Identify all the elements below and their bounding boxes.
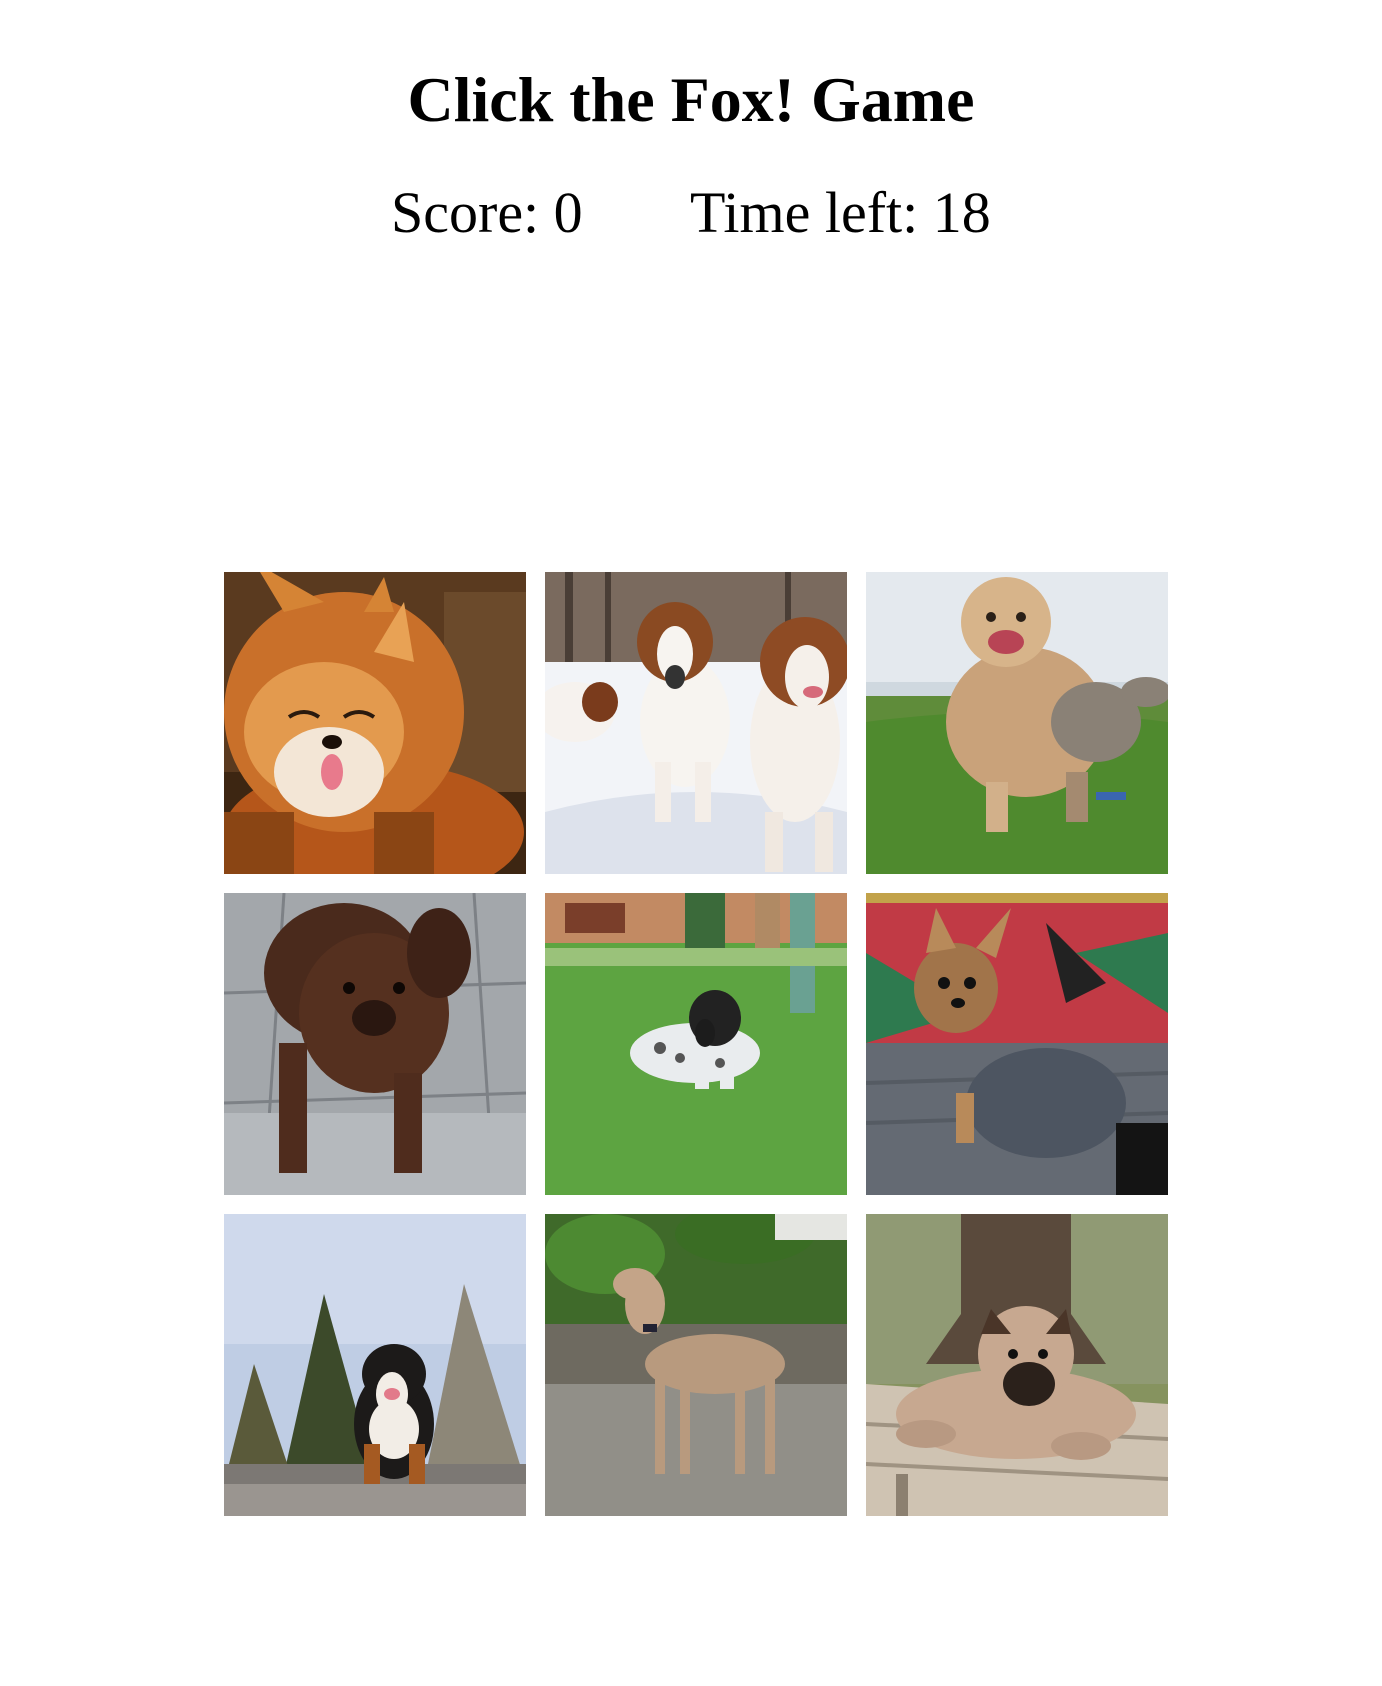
- image-grid: [224, 572, 1168, 1516]
- tile-dog-image-8[interactable]: [866, 1214, 1168, 1516]
- stats-bar: Score: 0 Time left: 18: [0, 178, 1382, 248]
- greyhound-dog-image: [545, 1214, 847, 1516]
- bernese-dog-image: [224, 1214, 526, 1516]
- tile-dog-image-6[interactable]: [224, 1214, 526, 1516]
- tile-fox-image[interactable]: [224, 572, 526, 874]
- yorkie-dog-image: [866, 893, 1168, 1195]
- score-display: Score: 0: [391, 180, 583, 245]
- game-title: Click the Fox! Game: [407, 64, 975, 135]
- mastiff-dog-image: [866, 1214, 1168, 1516]
- tile-dog-image-7[interactable]: [545, 1214, 847, 1516]
- tile-dog-image-5[interactable]: [866, 893, 1168, 1195]
- tile-dog-image-3[interactable]: [224, 893, 526, 1195]
- setter-dog-image: [545, 893, 847, 1195]
- curly-dog-image: [224, 893, 526, 1195]
- tile-dog-image-4[interactable]: [545, 893, 847, 1195]
- tile-dog-image-2[interactable]: [866, 572, 1168, 874]
- saint-bernard-image: [545, 572, 847, 874]
- fluffy-dog-image: [866, 572, 1168, 874]
- fox-image: [224, 572, 526, 874]
- timer-display: Time left: 18: [690, 180, 991, 245]
- tile-dog-image-1[interactable]: [545, 572, 847, 874]
